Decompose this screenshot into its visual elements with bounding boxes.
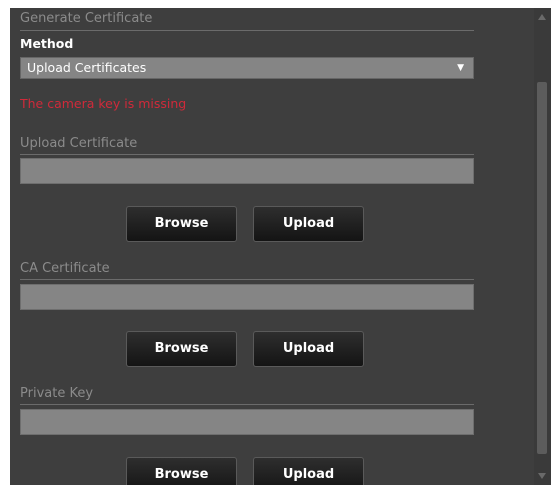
upload-certificate-browse-button[interactable]: Browse — [126, 206, 237, 242]
section-divider — [20, 279, 474, 280]
generate-certificate-heading: Generate Certificate — [20, 11, 153, 26]
ca-certificate-heading: CA Certificate — [20, 261, 110, 276]
vertical-scrollbar[interactable] — [534, 8, 551, 485]
section-divider — [20, 154, 474, 155]
ca-certificate-field[interactable] — [20, 284, 474, 310]
section-divider — [20, 404, 474, 405]
ca-certificate-browse-button[interactable]: Browse — [126, 331, 237, 367]
upload-certificate-field[interactable] — [20, 158, 474, 184]
section-divider — [20, 30, 474, 31]
method-select[interactable]: Upload Certificates ▼ — [20, 57, 474, 79]
private-key-field[interactable] — [20, 409, 474, 435]
private-key-browse-button[interactable]: Browse — [126, 457, 237, 485]
ca-certificate-upload-button[interactable]: Upload — [253, 331, 364, 367]
method-select-value: Upload Certificates — [27, 60, 147, 75]
upload-certificate-heading: Upload Certificate — [20, 136, 138, 151]
upload-certificate-upload-button[interactable]: Upload — [253, 206, 364, 242]
dropdown-arrow-icon: ▼ — [457, 63, 464, 73]
private-key-heading: Private Key — [20, 386, 94, 401]
scroll-up-arrow-icon[interactable] — [538, 14, 546, 20]
scrollbar-thumb[interactable] — [537, 82, 547, 454]
scroll-down-arrow-icon[interactable] — [538, 473, 546, 479]
method-label: Method — [20, 36, 74, 51]
private-key-upload-button[interactable]: Upload — [253, 457, 364, 485]
error-message: The camera key is missing — [20, 96, 187, 111]
certificate-panel: Generate Certificate Method Upload Certi… — [10, 8, 534, 485]
